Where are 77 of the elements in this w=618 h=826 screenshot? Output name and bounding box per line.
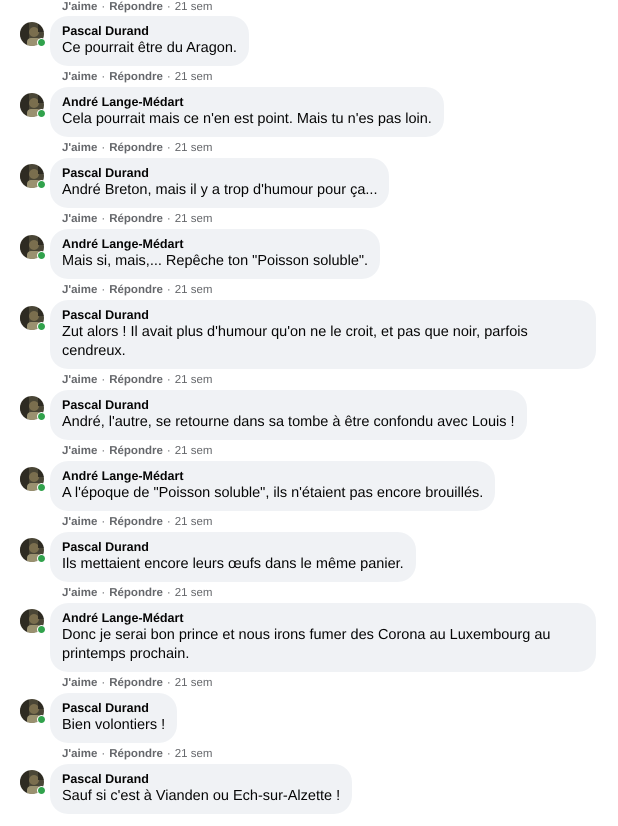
author-name[interactable]: Pascal Durand: [62, 539, 404, 555]
author-name[interactable]: Pascal Durand: [62, 771, 340, 787]
timestamp-link[interactable]: 21 sem: [174, 372, 212, 388]
author-name[interactable]: Pascal Durand: [62, 165, 378, 181]
separator-dot: ·: [166, 70, 171, 85]
timestamp-link[interactable]: 21 sem: [174, 585, 212, 601]
author-name[interactable]: Pascal Durand: [62, 23, 237, 39]
like-link[interactable]: J'aime: [62, 675, 98, 691]
like-link[interactable]: J'aime: [62, 746, 98, 762]
comment-text: Cela pourrait mais ce n'en est point. Mais tu n'es pas loin.: [62, 110, 432, 129]
separator-dot: ·: [101, 444, 106, 459]
timestamp-link[interactable]: 21 sem: [174, 675, 212, 691]
separator-dot: ·: [166, 747, 171, 762]
reply-link[interactable]: Répondre: [109, 0, 163, 14]
comment-text: Sauf si c'est à Vianden ou Ech-sur-Alzette !: [62, 787, 340, 806]
separator-dot: ·: [101, 515, 106, 530]
like-link[interactable]: J'aime: [62, 372, 98, 388]
author-name[interactable]: André Lange-Médart: [62, 94, 432, 110]
timestamp-link[interactable]: 21 sem: [174, 69, 212, 85]
timestamp-link[interactable]: 21 sem: [174, 746, 212, 762]
author-name[interactable]: Pascal Durand: [62, 307, 584, 323]
separator-dot: ·: [101, 676, 106, 691]
comment-text: Bien volontiers !: [62, 716, 166, 735]
like-link[interactable]: J'aime: [62, 282, 98, 298]
separator-dot: ·: [101, 70, 106, 85]
separator-dot: ·: [101, 283, 106, 298]
author-name[interactable]: André Lange-Médart: [62, 610, 584, 626]
reply-link[interactable]: Répondre: [109, 211, 163, 227]
comment-text: Ce pourrait être du Aragon.: [62, 39, 237, 58]
like-link[interactable]: J'aime: [62, 514, 98, 530]
separator-dot: ·: [166, 515, 171, 530]
timestamp-link[interactable]: 21 sem: [174, 211, 212, 227]
timestamp-link[interactable]: 21 sem: [174, 0, 212, 14]
author-name[interactable]: André Lange-Médart: [62, 468, 484, 484]
separator-dot: ·: [166, 0, 171, 14]
author-name[interactable]: Pascal Durand: [62, 397, 515, 413]
like-link[interactable]: J'aime: [62, 211, 98, 227]
timestamp-link[interactable]: 21 sem: [174, 140, 212, 156]
like-link[interactable]: J'aime: [62, 443, 98, 459]
separator-dot: ·: [166, 141, 171, 156]
reply-link[interactable]: Répondre: [109, 514, 163, 530]
separator-dot: ·: [101, 747, 106, 762]
reply-link[interactable]: Répondre: [109, 69, 163, 85]
like-link[interactable]: J'aime: [62, 140, 98, 156]
separator-dot: ·: [101, 0, 106, 14]
separator-dot: ·: [166, 676, 171, 691]
reply-link[interactable]: Répondre: [109, 443, 163, 459]
reply-link[interactable]: Répondre: [109, 372, 163, 388]
separator-dot: ·: [101, 141, 106, 156]
reply-link[interactable]: Répondre: [109, 140, 163, 156]
comment-text: Zut alors ! Il avait plus d'humour qu'on ne le croit, et pas que noir, parfois cendreux.: [62, 323, 529, 361]
separator-dot: ·: [101, 212, 106, 227]
comment-text: Ils mettaient encore leurs œufs dans le même panier.: [62, 555, 404, 574]
timestamp-link[interactable]: 21 sem: [174, 514, 212, 530]
timestamp-link[interactable]: 21 sem: [174, 443, 212, 459]
separator-dot: ·: [166, 444, 171, 459]
reply-link[interactable]: Répondre: [109, 585, 163, 601]
comment-text: A l'époque de "Poisson soluble", ils n'étaient pas encore brouillés.: [62, 484, 484, 503]
comment-text: Donc je serai bon prince et nous irons fumer des Corona au Luxembourg au printemps prochain.: [62, 626, 552, 664]
separator-dot: ·: [166, 586, 171, 601]
like-link[interactable]: J'aime: [62, 0, 98, 14]
separator-dot: ·: [101, 586, 106, 601]
author-name[interactable]: André Lange-Médart: [62, 236, 368, 252]
comment-text: Mais si, mais,... Repêche ton "Poisson soluble".: [62, 252, 368, 271]
reply-link[interactable]: Répondre: [109, 675, 163, 691]
separator-dot: ·: [101, 373, 106, 388]
author-name[interactable]: Pascal Durand: [62, 700, 166, 716]
separator-dot: ·: [166, 373, 171, 388]
comment-text: André, l'autre, se retourne dans sa tombe à être confondu avec Louis !: [62, 413, 515, 432]
timestamp-link[interactable]: 21 sem: [174, 282, 212, 298]
separator-dot: ·: [166, 283, 171, 298]
reply-link[interactable]: Répondre: [109, 282, 163, 298]
comment-text: André Breton, mais il y a trop d'humour pour ça...: [62, 181, 378, 200]
like-link[interactable]: J'aime: [62, 69, 98, 85]
reply-link[interactable]: Répondre: [109, 746, 163, 762]
like-link[interactable]: J'aime: [62, 585, 98, 601]
separator-dot: ·: [166, 212, 171, 227]
